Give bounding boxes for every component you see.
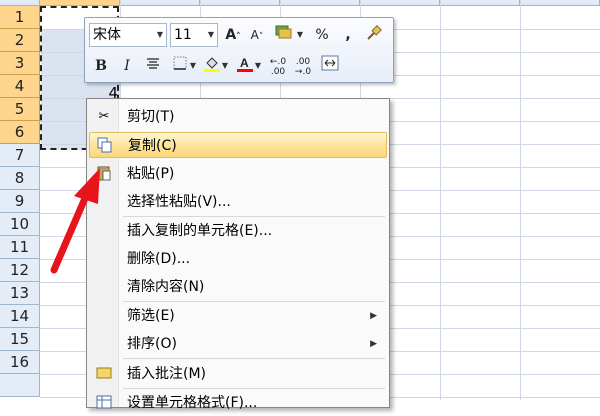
column-header-c[interactable]: [200, 0, 280, 6]
chevron-down-icon[interactable]: ▼: [189, 55, 197, 77]
row-header[interactable]: 6: [0, 121, 40, 144]
menu-item-cut[interactable]: ✂ 剪切(T): [89, 104, 387, 130]
merge-center-icon[interactable]: [319, 55, 341, 77]
column-header-e[interactable]: [360, 0, 440, 6]
column-header-d[interactable]: [280, 0, 360, 6]
center-align-icon[interactable]: [142, 55, 164, 77]
row-header[interactable]: 15: [0, 328, 40, 351]
italic-button[interactable]: I: [116, 55, 138, 77]
row-header[interactable]: 10: [0, 213, 40, 236]
menu-item-insert-comment[interactable]: 插入批注(M): [89, 361, 387, 387]
menu-item-label: 剪切(T): [127, 109, 175, 125]
menu-item-format-cells[interactable]: 设置单元格格式(F)...: [89, 390, 387, 416]
row-header[interactable]: [0, 374, 40, 397]
menu-item-paste[interactable]: 粘贴(P): [89, 161, 387, 187]
gridline: [520, 0, 521, 400]
menu-item-label: 筛选(E): [127, 308, 175, 324]
font-size-value: 11: [174, 27, 192, 43]
menu-item-label: 清除内容(N): [127, 279, 205, 295]
menu-item-label: 排序(O): [127, 336, 177, 352]
row-header[interactable]: 13: [0, 282, 40, 305]
bold-button[interactable]: B: [90, 55, 112, 77]
row-header[interactable]: 7: [0, 144, 40, 167]
menu-separator: [123, 301, 385, 302]
scissors-icon: ✂: [98, 109, 110, 124]
row-header[interactable]: 3: [0, 52, 40, 75]
font-name-value: 宋体: [93, 27, 121, 43]
chevron-down-icon[interactable]: ▼: [296, 24, 304, 46]
row-header[interactable]: 8: [0, 167, 40, 190]
shrink-font-icon[interactable]: A˅: [246, 24, 268, 46]
menu-item-label: 插入批注(M): [127, 366, 207, 382]
chevron-down-icon[interactable]: ▼: [221, 55, 229, 77]
percent-button[interactable]: %: [311, 24, 333, 46]
submenu-arrow-icon: ▶: [370, 311, 377, 321]
menu-separator: [123, 388, 385, 389]
menu-item-clear-contents[interactable]: 清除内容(N): [89, 274, 387, 300]
menu-item-label: 设置单元格格式(F)...: [127, 395, 258, 411]
menu-item-label: 粘贴(P): [127, 166, 175, 182]
menu-separator: [123, 216, 385, 217]
borders-icon[interactable]: [169, 55, 191, 77]
column-header-f[interactable]: [440, 0, 520, 6]
column-header-g[interactable]: [520, 0, 600, 6]
decrease-decimal-icon[interactable]: .00 →.0: [292, 55, 314, 77]
gridline: [440, 0, 441, 400]
menu-item-filter[interactable]: 筛选(E) ▶: [89, 303, 387, 329]
row-header[interactable]: 4: [0, 75, 40, 98]
mini-toolbar: 宋体 ▼ 11 ▼ A˄ A˅ ▼ % , B I ▼ ▼ A ▼ ←.0.00…: [84, 17, 394, 83]
paste-icon: [95, 165, 113, 183]
menu-item-copy[interactable]: 复制(C): [89, 132, 387, 158]
format-painter-icon[interactable]: [363, 24, 385, 46]
menu-item-delete[interactable]: 删除(D)...: [89, 246, 387, 272]
comma-button[interactable]: ,: [337, 24, 359, 46]
grow-font-icon[interactable]: A˄: [222, 24, 244, 46]
menu-item-label: 删除(D)...: [127, 251, 191, 267]
menu-separator: [123, 358, 385, 359]
menu-item-paste-special[interactable]: 选择性粘贴(V)...: [89, 189, 387, 215]
row-header[interactable]: 11: [0, 236, 40, 259]
comment-icon: [95, 365, 113, 383]
font-color-icon[interactable]: A: [234, 55, 256, 77]
row-header[interactable]: 12: [0, 259, 40, 282]
menu-item-label: 选择性粘贴(V)...: [127, 194, 231, 210]
fill-color-icon[interactable]: [201, 55, 223, 77]
menu-item-sort[interactable]: 排序(O) ▶: [89, 331, 387, 357]
svg-text:A: A: [240, 56, 249, 70]
font-size-combo[interactable]: 11 ▼: [170, 23, 218, 47]
menu-item-insert-copied-cells[interactable]: 插入复制的单元格(E)...: [89, 218, 387, 244]
row-header[interactable]: 9: [0, 190, 40, 213]
chevron-down-icon[interactable]: ▼: [157, 24, 163, 46]
format-cells-icon: [95, 394, 113, 412]
number-format-icon[interactable]: [273, 24, 295, 46]
menu-item-label: 复制(C): [128, 138, 177, 154]
font-name-combo[interactable]: 宋体 ▼: [89, 23, 167, 47]
chevron-down-icon[interactable]: ▼: [208, 24, 214, 46]
context-menu: ✂ 剪切(T) 复制(C) 粘贴(P) 选择性粘贴(V)... 插入复制的单元格…: [86, 98, 390, 411]
chevron-down-icon[interactable]: ▼: [254, 55, 262, 77]
row-header[interactable]: 1: [0, 6, 40, 29]
column-header-b[interactable]: [120, 0, 200, 6]
row-header[interactable]: 16: [0, 351, 40, 374]
submenu-arrow-icon: ▶: [370, 339, 377, 349]
increase-decimal-icon[interactable]: ←.0.00: [267, 55, 289, 77]
row-header[interactable]: 5: [0, 98, 40, 121]
copy-icon: [96, 137, 114, 155]
row-header[interactable]: 14: [0, 305, 40, 328]
menu-item-label: 插入复制的单元格(E)...: [127, 223, 273, 239]
row-header[interactable]: 2: [0, 29, 40, 52]
